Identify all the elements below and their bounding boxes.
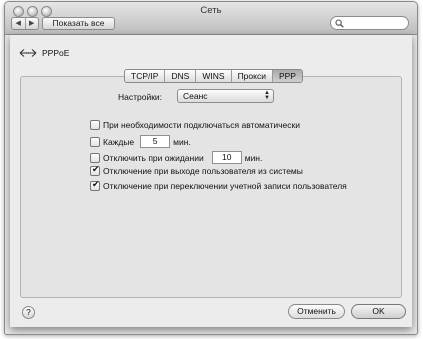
option-idle: Отключить при ожидании 10 мин. (90, 151, 262, 164)
option-auto-connect: При необходимости подключаться автоматич… (90, 120, 300, 130)
tab-bar: TCP/IP DNS WINS Прокси PPP (124, 69, 303, 83)
every-label: Каждые (103, 136, 135, 147)
switch-user-label: Отключение при переключении учетной запи… (103, 181, 347, 191)
option-switch-user: Отключение при переключении учетной запи… (90, 179, 347, 191)
logout-checkbox[interactable] (90, 164, 100, 176)
nav-buttons: ◀ ▶ (11, 17, 39, 30)
logout-label: Отключение при выходе пользователя из си… (103, 166, 303, 176)
option-logout: Отключение при выходе пользователя из си… (90, 164, 303, 176)
title-bar: Сеть ◀ ▶ Показать все (5, 2, 417, 35)
tab-wins[interactable]: WINS (196, 70, 232, 82)
connection-arrows-icon (19, 49, 37, 57)
auto-connect-checkbox[interactable] (90, 120, 100, 130)
search-icon (335, 19, 344, 28)
settings-value: Сеанс (183, 91, 208, 101)
connection-name: PPPoE (42, 48, 70, 58)
settings-label: Настройки: (118, 92, 163, 102)
ok-button[interactable]: OK (351, 304, 406, 319)
settings-sheet: PPPoE TCP/IP DNS WINS Прокси PPP Настрой… (10, 35, 412, 327)
tab-proxy[interactable]: Прокси (232, 70, 273, 82)
settings-popup[interactable]: Сеанс ▲ ▼ (177, 89, 274, 103)
auto-connect-label: При необходимости подключаться автоматич… (103, 120, 300, 130)
cancel-button[interactable]: Отменить (288, 304, 345, 319)
option-every: Каждые 5 мин. (90, 135, 191, 148)
every-minutes-field[interactable]: 5 (140, 135, 171, 148)
show-all-button[interactable]: Показать все (42, 17, 115, 30)
forward-arrow-icon[interactable]: ▶ (26, 18, 39, 29)
idle-unit: мин. (244, 152, 263, 163)
tab-tcpip[interactable]: TCP/IP (125, 70, 166, 82)
switch-user-checkbox[interactable] (90, 179, 100, 191)
back-arrow-icon[interactable]: ◀ (12, 18, 26, 29)
help-button[interactable]: ? (22, 306, 35, 319)
every-unit: мин. (173, 136, 191, 147)
every-checkbox[interactable] (90, 136, 100, 147)
idle-label: Отключить при ожидании (103, 152, 204, 163)
popup-arrows-icon: ▲ ▼ (264, 90, 270, 101)
search-field[interactable] (330, 16, 409, 30)
tab-dns[interactable]: DNS (165, 70, 197, 82)
tab-ppp[interactable]: PPP (272, 70, 302, 82)
window-title: Сеть (200, 5, 222, 16)
idle-checkbox[interactable] (90, 152, 100, 163)
network-window: Сеть ◀ ▶ Показать все PPPoE TCP/IP DNS W… (4, 1, 418, 335)
idle-minutes-field[interactable]: 10 (211, 151, 242, 164)
connection-header: PPPoE (19, 48, 69, 58)
